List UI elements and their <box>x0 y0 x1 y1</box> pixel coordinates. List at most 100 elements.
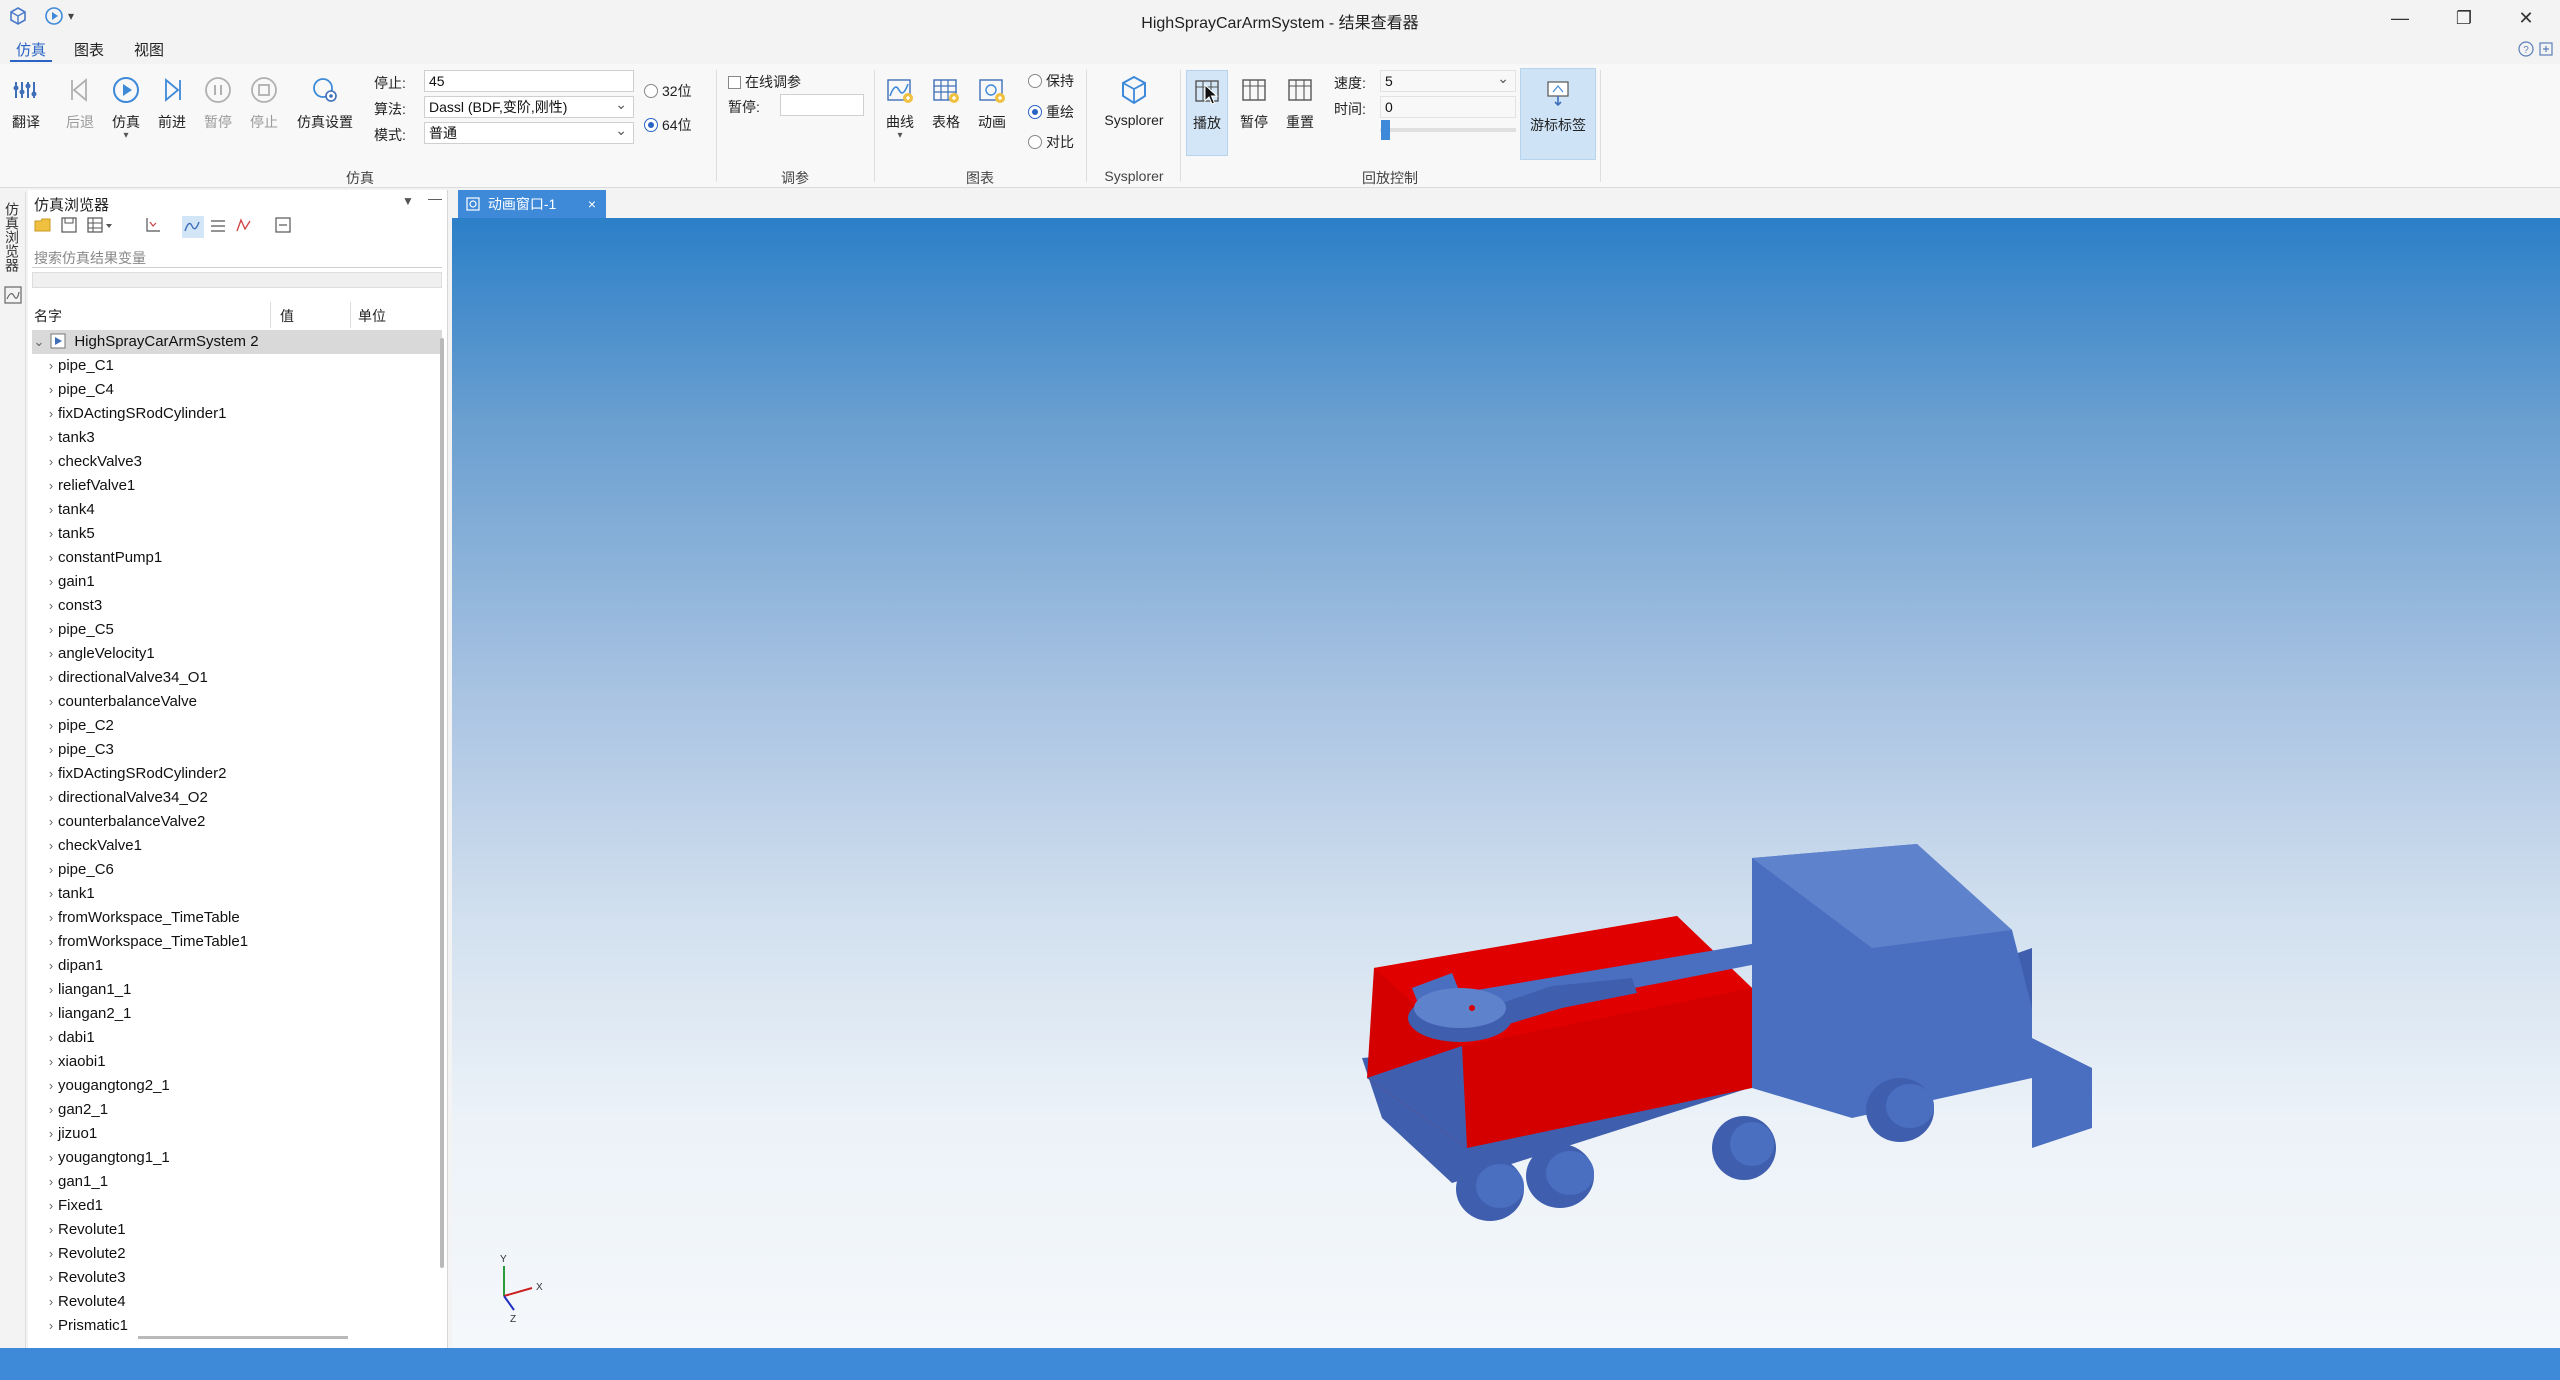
tree-item[interactable]: › xiaobi1 <box>32 1050 442 1074</box>
tree-item[interactable]: › angleVelocity1 <box>32 642 442 666</box>
expand-chevron-icon[interactable]: › <box>44 810 58 834</box>
grid-view-icon[interactable] <box>86 216 114 240</box>
list-filter-icon[interactable] <box>208 216 228 240</box>
algorithm-select[interactable]: Dassl (BDF,变阶,刚性) <box>424 94 634 118</box>
tree-item[interactable]: › Revolute2 <box>32 1242 442 1266</box>
collapse-chevron-icon[interactable]: ⌄ <box>32 330 46 354</box>
expand-chevron-icon[interactable]: › <box>44 426 58 450</box>
tree-item[interactable]: › pipe_C1 <box>32 354 442 378</box>
keep-radio[interactable]: 保持 <box>1028 71 1074 91</box>
tree-item[interactable]: › fixDActingSRodCylinder2 <box>32 762 442 786</box>
tree-item[interactable]: › Revolute4 <box>32 1290 442 1314</box>
pause-button[interactable]: 暂停 <box>196 74 240 132</box>
save-icon[interactable] <box>60 216 78 240</box>
vertical-scrollbar[interactable] <box>440 338 444 1268</box>
restore-button[interactable]: ❐ <box>2444 4 2484 32</box>
forward-button[interactable]: 前进 <box>150 74 194 132</box>
tree-item[interactable]: › constantPump1 <box>32 546 442 570</box>
online-tune-checkbox[interactable]: 在线调参 <box>728 72 801 92</box>
curve-button[interactable]: 曲线 ▾ <box>878 74 922 141</box>
speed-select[interactable]: 5 <box>1380 68 1516 92</box>
simulate-button[interactable]: 仿真 ▾ <box>104 74 148 141</box>
tree-item[interactable]: › dipan1 <box>32 954 442 978</box>
filter-curve-icon[interactable] <box>182 216 204 238</box>
sim-settings-button[interactable]: 仿真设置 <box>290 74 360 132</box>
expand-chevron-icon[interactable]: › <box>44 1170 58 1194</box>
expand-chevron-icon[interactable]: › <box>44 474 58 498</box>
expand-chevron-icon[interactable]: › <box>44 450 58 474</box>
expand-chevron-icon[interactable]: › <box>44 858 58 882</box>
expand-chevron-icon[interactable]: › <box>44 906 58 930</box>
animation-viewport[interactable]: Y X Z <box>452 218 2560 1348</box>
tune-pause-input[interactable] <box>780 94 864 116</box>
expand-chevron-icon[interactable]: › <box>44 402 58 426</box>
expand-chevron-icon[interactable]: › <box>44 786 58 810</box>
tree-item[interactable]: › checkValve1 <box>32 834 442 858</box>
tab-charts[interactable]: 图表 <box>68 40 110 62</box>
tree-item[interactable]: › pipe_C3 <box>32 738 442 762</box>
expand-chevron-icon[interactable]: › <box>44 354 58 378</box>
expand-chevron-icon[interactable]: › <box>44 546 58 570</box>
expand-chevron-icon[interactable]: › <box>44 1098 58 1122</box>
tree-item[interactable]: › gan2_1 <box>32 1098 442 1122</box>
horizontal-scrollbar[interactable] <box>138 1336 348 1339</box>
expand-chevron-icon[interactable]: › <box>44 1002 58 1026</box>
tree-item[interactable]: › fromWorkspace_TimeTable <box>32 906 442 930</box>
expand-chevron-icon[interactable]: › <box>44 1074 58 1098</box>
bit64-radio[interactable]: 64位 <box>644 115 692 135</box>
animation-button[interactable]: 动画 <box>970 74 1014 132</box>
expand-chevron-icon[interactable]: › <box>44 978 58 1002</box>
cursor-label-button[interactable]: 游标标签 <box>1520 68 1596 160</box>
tree-item[interactable]: › yougangtong1_1 <box>32 1146 442 1170</box>
tab-simulation[interactable]: 仿真 <box>10 40 53 62</box>
expand-chevron-icon[interactable]: › <box>44 930 58 954</box>
expand-chevron-icon[interactable]: › <box>44 522 58 546</box>
tree-item[interactable]: › Revolute3 <box>32 1266 442 1290</box>
expand-chevron-icon[interactable]: › <box>44 1026 58 1050</box>
mode-select[interactable]: 普通 <box>424 120 634 144</box>
close-button[interactable]: ✕ <box>2506 4 2546 32</box>
expand-chevron-icon[interactable]: › <box>44 738 58 762</box>
expand-chevron-icon[interactable]: › <box>44 1218 58 1242</box>
expand-chevron-icon[interactable]: › <box>44 690 58 714</box>
tree-item[interactable]: › pipe_C5 <box>32 618 442 642</box>
translate-button[interactable]: 翻译 <box>4 74 48 132</box>
collapse-all-icon[interactable] <box>274 216 292 240</box>
sysplorer-button[interactable]: Sysplorer <box>1092 74 1176 128</box>
expand-chevron-icon[interactable]: › <box>44 1314 58 1338</box>
expand-chevron-icon[interactable]: › <box>44 762 58 786</box>
compare-radio[interactable]: 对比 <box>1028 132 1074 152</box>
tree-item[interactable]: › counterbalanceValve <box>32 690 442 714</box>
stop-time-input[interactable]: 45 <box>424 70 634 92</box>
pin-icon[interactable] <box>2538 42 2554 60</box>
tree-item[interactable]: › pipe_C6 <box>32 858 442 882</box>
tree-item[interactable]: › Revolute1 <box>32 1218 442 1242</box>
tree-item[interactable]: › liangan1_1 <box>32 978 442 1002</box>
expand-chevron-icon[interactable]: › <box>44 1122 58 1146</box>
panel-minimize-icon[interactable]: — <box>428 190 442 206</box>
tree-item[interactable]: › tank3 <box>32 426 442 450</box>
table-button[interactable]: 表格 <box>924 74 968 132</box>
expand-chevron-icon[interactable]: › <box>44 1194 58 1218</box>
search-input[interactable]: 搜索仿真结果变量 <box>32 248 442 268</box>
expand-chevron-icon[interactable]: › <box>44 642 58 666</box>
tree-item[interactable]: › liangan2_1 <box>32 1002 442 1026</box>
help-icon[interactable]: ? <box>2518 41 2538 60</box>
expand-chevron-icon[interactable]: › <box>44 594 58 618</box>
playback-pause-button[interactable]: 暂停 <box>1232 74 1276 132</box>
panel-menu-icon[interactable]: ▼ <box>402 194 414 208</box>
expand-chevron-icon[interactable]: › <box>44 714 58 738</box>
column-unit[interactable]: 单位 <box>358 304 386 328</box>
tree-item[interactable]: › directionalValve34_O1 <box>32 666 442 690</box>
expand-chevron-icon[interactable]: › <box>44 666 58 690</box>
tree-item[interactable]: › Prismatic1 <box>32 1314 442 1338</box>
reset-button[interactable]: 重置 <box>1278 74 1322 132</box>
time-slider-track[interactable] <box>1380 128 1516 132</box>
time-slider-handle[interactable] <box>1381 120 1390 140</box>
wave-icon[interactable] <box>234 216 254 240</box>
expand-chevron-icon[interactable]: › <box>44 1290 58 1314</box>
open-folder-icon[interactable] <box>34 216 52 240</box>
tree-item[interactable]: › directionalValve34_O2 <box>32 786 442 810</box>
expand-chevron-icon[interactable]: › <box>44 1242 58 1266</box>
tree-item[interactable]: › pipe_C4 <box>32 378 442 402</box>
